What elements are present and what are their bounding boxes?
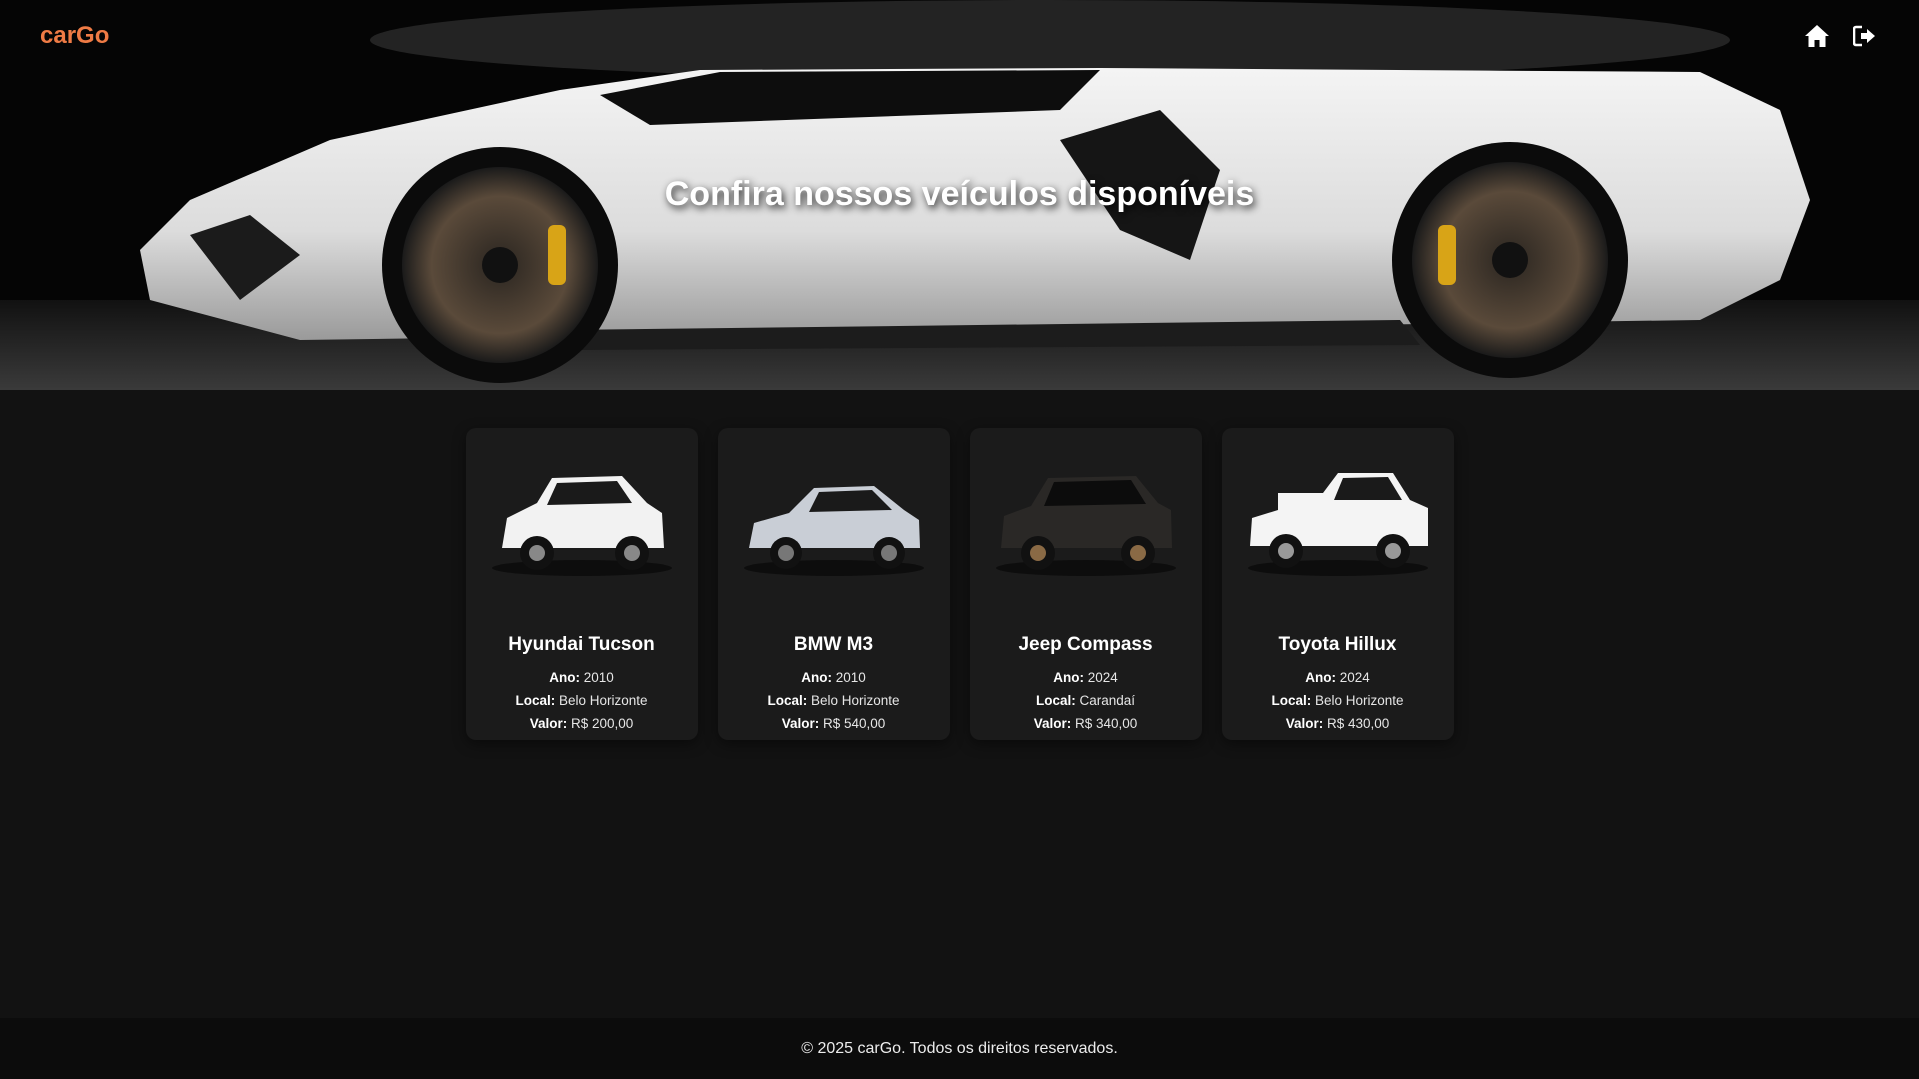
car-price: R$ 430,00 <box>1326 716 1390 731</box>
car-image <box>491 476 672 576</box>
vehicle-card[interactable]: Jeep Compass Ano: 2024 Local: Carandaí V… <box>969 428 1202 740</box>
car-price: R$ 200,00 <box>570 716 634 731</box>
home-icon[interactable] <box>1803 22 1831 50</box>
car-name: BMW M3 <box>793 634 874 655</box>
car-price-row: Valor: R$ 540,00 <box>718 712 950 735</box>
car-year: 2024 <box>1087 670 1118 685</box>
car-name: Toyota Hillux <box>1278 634 1397 655</box>
year-label: Ano: <box>1053 670 1084 685</box>
location-label: Local: <box>1271 693 1312 708</box>
car-price-row: Valor: R$ 430,00 <box>1222 712 1454 735</box>
car-year-row: Ano: 2024 <box>970 666 1202 689</box>
year-label: Ano: <box>801 670 832 685</box>
car-price: R$ 340,00 <box>1074 716 1138 731</box>
car-location-row: Local: Carandaí <box>970 689 1202 712</box>
car-name: Jeep Compass <box>1018 634 1153 655</box>
car-info: Ano: 2024 Local: Belo Horizonte Valor: R… <box>1222 666 1454 735</box>
car-year-row: Ano: 2024 <box>1222 666 1454 689</box>
hero-title: Confira nossos veículos disponíveis <box>664 175 1255 213</box>
car-info: Ano: 2024 Local: Carandaí Valor: R$ 340,… <box>970 666 1202 735</box>
vehicle-catalog: Hyundai Tucson Ano: 2010 Local: Belo Hor… <box>0 428 1919 740</box>
car-info: Ano: 2010 Local: Belo Horizonte Valor: R… <box>718 666 950 735</box>
year-label: Ano: <box>1305 670 1336 685</box>
price-label: Valor: <box>1033 716 1072 731</box>
car-year-row: Ano: 2010 <box>466 666 698 689</box>
car-year-row: Ano: 2010 <box>718 666 950 689</box>
logout-icon[interactable] <box>1851 22 1879 50</box>
hero-banner: carGo Confira nossos veículos disponívei… <box>0 0 1919 390</box>
car-location: Carandaí <box>1079 693 1136 708</box>
vehicle-card[interactable]: Hyundai Tucson Ano: 2010 Local: Belo Hor… <box>465 428 698 740</box>
vehicle-card[interactable]: BMW M3 Ano: 2010 Local: Belo Horizonte V… <box>717 428 950 740</box>
car-year: 2024 <box>1339 670 1370 685</box>
location-label: Local: <box>1035 693 1076 708</box>
top-navbar: carGo <box>0 0 1919 72</box>
brand-logo[interactable]: carGo <box>40 22 109 50</box>
car-location: Belo Horizonte <box>558 693 648 708</box>
location-label: Local: <box>767 693 808 708</box>
price-label: Valor: <box>781 716 820 731</box>
car-name: Hyundai Tucson <box>508 634 655 655</box>
car-info: Ano: 2010 Local: Belo Horizonte Valor: R… <box>466 666 698 735</box>
car-image <box>995 476 1176 576</box>
car-image <box>743 486 924 576</box>
year-label: Ano: <box>549 670 580 685</box>
car-year: 2010 <box>583 670 614 685</box>
page-footer: © 2025 carGo. Todos os direitos reservad… <box>0 1018 1919 1079</box>
price-label: Valor: <box>529 716 568 731</box>
car-price-row: Valor: R$ 340,00 <box>970 712 1202 735</box>
price-label: Valor: <box>1285 716 1324 731</box>
car-price: R$ 540,00 <box>822 716 886 731</box>
nav-icons <box>1803 22 1879 50</box>
car-location: Belo Horizonte <box>1314 693 1404 708</box>
car-location-row: Local: Belo Horizonte <box>466 689 698 712</box>
car-image <box>1247 473 1428 576</box>
car-location-row: Local: Belo Horizonte <box>718 689 950 712</box>
copyright-text: © 2025 carGo. Todos os direitos reservad… <box>801 1039 1118 1057</box>
car-year: 2010 <box>835 670 866 685</box>
car-price-row: Valor: R$ 200,00 <box>466 712 698 735</box>
location-label: Local: <box>515 693 556 708</box>
car-location: Belo Horizonte <box>810 693 900 708</box>
car-location-row: Local: Belo Horizonte <box>1222 689 1454 712</box>
vehicle-card[interactable]: Toyota Hillux Ano: 2024 Local: Belo Hori… <box>1221 428 1454 740</box>
